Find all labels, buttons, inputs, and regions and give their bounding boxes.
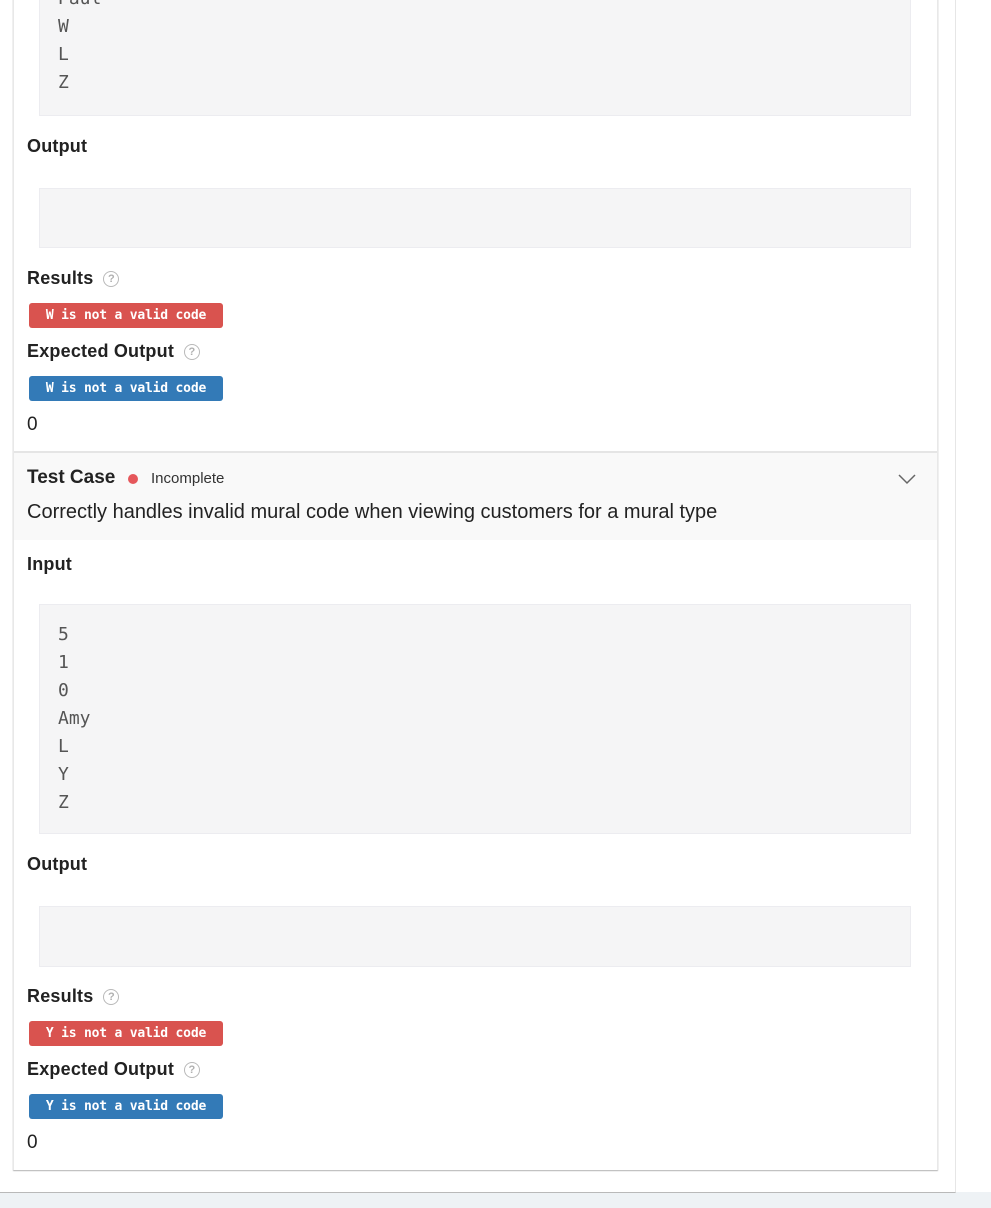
input-line: L <box>58 44 69 65</box>
right-panel <box>956 0 991 1192</box>
help-icon[interactable]: ? <box>184 344 201 360</box>
output-box-2 <box>39 906 911 967</box>
input-line: Paul <box>58 0 101 13</box>
main-page: Paul W L Z Output Results? W is not a va… <box>0 0 956 1193</box>
results-label-text: Results <box>27 268 94 288</box>
output-label-2: Output <box>27 854 88 874</box>
input-box-1: Paul W L Z <box>39 0 911 116</box>
output-box-1 <box>39 188 911 248</box>
test-case-header[interactable]: Test Case Incomplete Correctly handles i… <box>14 451 937 540</box>
output-label-1: Output <box>27 136 88 156</box>
input-label-2: Input <box>27 554 72 574</box>
input-line: 1 <box>58 652 69 673</box>
input-line: Z <box>58 792 69 813</box>
input-box-2: 5 1 0 Amy L Y Z <box>39 604 911 834</box>
status-badge: Incomplete <box>151 470 225 487</box>
results-badge-2: Y is not a valid code <box>29 1021 223 1046</box>
input-line: Z <box>58 72 69 93</box>
expected-output-label-text: Expected Output <box>27 341 175 361</box>
expected-output-label-text: Expected Output <box>27 1059 175 1079</box>
results-badge-1: W is not a valid code <box>29 303 223 328</box>
chevron-down-icon[interactable] <box>898 473 916 485</box>
status-dot-icon <box>128 474 138 484</box>
expected-output-label-1: Expected Output? <box>27 341 201 362</box>
input-line: 0 <box>58 680 69 701</box>
input-line: W <box>58 16 69 37</box>
results-label-text: Results <box>27 986 94 1006</box>
input-line: Amy <box>58 708 91 729</box>
test-case-description: Correctly handles invalid mural code whe… <box>27 501 718 523</box>
input-line: L <box>58 736 69 757</box>
expected-badge-2: Y is not a valid code <box>29 1094 223 1119</box>
test-case-card: Paul W L Z Output Results? W is not a va… <box>13 0 938 1170</box>
help-icon[interactable]: ? <box>184 1062 201 1078</box>
expected-badge-1: W is not a valid code <box>29 376 223 401</box>
input-line: Y <box>58 764 69 785</box>
input-line: 5 <box>58 624 69 645</box>
expected-output-label-2: Expected Output? <box>27 1059 201 1080</box>
score-2: 0 <box>27 1132 38 1153</box>
score-1: 0 <box>27 414 38 435</box>
test-case-title: Test Case <box>27 467 116 488</box>
help-icon[interactable]: ? <box>103 989 120 1005</box>
help-icon[interactable]: ? <box>103 271 120 287</box>
results-label-1: Results? <box>27 268 120 289</box>
results-label-2: Results? <box>27 986 120 1007</box>
